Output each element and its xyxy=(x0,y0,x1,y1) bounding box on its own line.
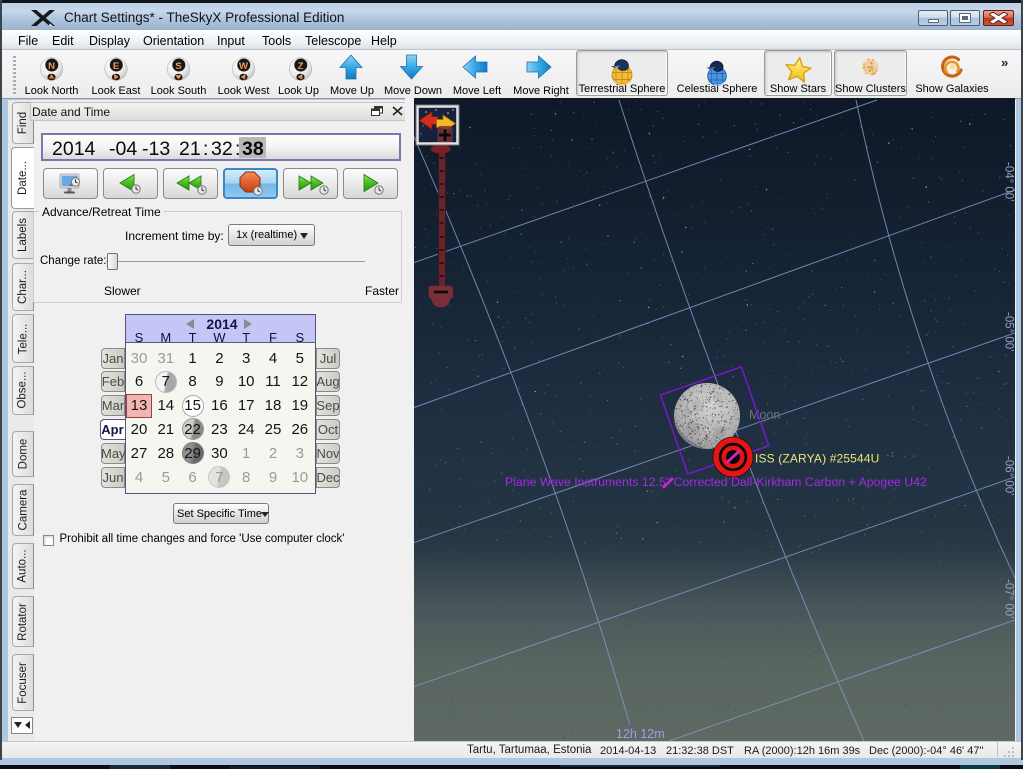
svg-text:-04° 00': -04° 00' xyxy=(1003,162,1015,201)
svg-text:»: » xyxy=(1001,55,1008,70)
svg-text:S: S xyxy=(175,61,181,72)
svg-text:-06° 00': -06° 00' xyxy=(1003,456,1015,495)
svg-text:-07° 00': -07° 00' xyxy=(1003,579,1015,618)
svg-text:Z: Z xyxy=(298,61,304,72)
svg-text:ISS (ZARYA) #25544U: ISS (ZARYA) #25544U xyxy=(755,452,879,466)
svg-text:W: W xyxy=(239,61,248,72)
svg-text:-05° 00': -05° 00' xyxy=(1003,312,1015,351)
svg-text:Plane Wave Instruments 12.5" C: Plane Wave Instruments 12.5" Corrected D… xyxy=(505,475,927,489)
svg-text:N: N xyxy=(48,61,55,72)
svg-text:12h 12m: 12h 12m xyxy=(616,727,665,741)
svg-text:E: E xyxy=(113,61,119,72)
svg-text:Moon: Moon xyxy=(749,408,780,422)
